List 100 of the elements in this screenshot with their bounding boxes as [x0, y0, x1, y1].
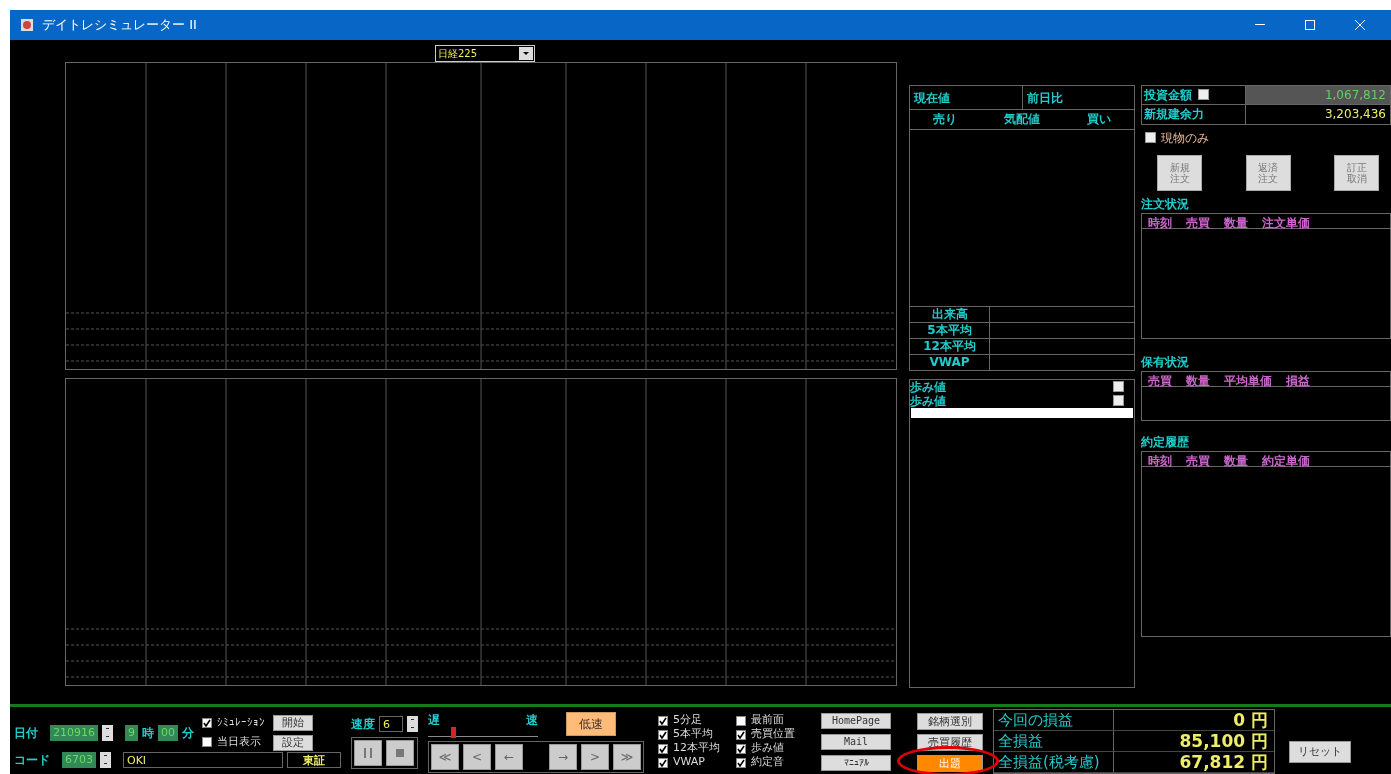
stock-name-field: OKI: [123, 751, 283, 768]
column-header: 数量: [1186, 372, 1210, 386]
checkbox[interactable]: [736, 715, 746, 726]
checkbox[interactable]: [1113, 381, 1124, 393]
close-icon[interactable]: [1355, 19, 1365, 30]
column-header: 数量: [1224, 452, 1248, 466]
caret-icon: [523, 51, 529, 55]
stop-button[interactable]: [386, 739, 414, 766]
link-button[interactable]: Mail: [821, 733, 891, 750]
pause-icon: [364, 747, 372, 758]
checkbox-label: ｼﾐｭﾚｰｼｮﾝ: [217, 714, 265, 731]
column-header: 気配値: [1004, 110, 1040, 128]
order-button[interactable]: 返済注文: [1245, 154, 1291, 191]
order-button[interactable]: 新規注文: [1157, 154, 1202, 191]
action-button[interactable]: 銘柄選別: [917, 712, 983, 730]
action-button[interactable]: 出題: [917, 754, 983, 772]
checkbox-label: 歩み値: [751, 740, 784, 756]
pause-button[interactable]: [354, 739, 382, 766]
checkbox-label: 5本平均: [673, 726, 713, 742]
spinner[interactable]: [407, 715, 418, 732]
field-label: 速度: [351, 715, 375, 733]
app-icon: [20, 17, 34, 32]
field-label: 日付: [14, 724, 38, 742]
field-label: コード: [14, 751, 50, 769]
column-header: 時刻: [1148, 452, 1172, 466]
nav-button[interactable]: <: [463, 743, 491, 770]
code-field[interactable]: 6703: [62, 751, 96, 768]
field-label: 時: [142, 724, 154, 742]
checkbox[interactable]: [736, 757, 746, 768]
slider-label: 速: [526, 711, 538, 729]
checkbox[interactable]: [658, 743, 668, 754]
column-header: 平均単価: [1224, 372, 1272, 386]
column-header: 注文単価: [1262, 214, 1310, 228]
pnl-label: 今回の損益: [994, 710, 1114, 731]
section-title: 歩み値: [910, 378, 946, 395]
speed-field[interactable]: 6: [379, 715, 403, 732]
checkbox[interactable]: [1113, 395, 1124, 407]
pnl-value: 85,100 円: [1114, 731, 1274, 752]
slider-thumb[interactable]: [451, 726, 457, 738]
checkbox-label: 最前面: [751, 712, 784, 728]
nav-button[interactable]: >: [581, 743, 609, 770]
control-button[interactable]: 設定: [273, 734, 313, 751]
checkbox[interactable]: [736, 729, 746, 740]
spinner[interactable]: [100, 751, 111, 768]
stat-label: 5本平均: [910, 322, 990, 338]
column-header: 売買: [1148, 372, 1172, 386]
pnl-label: 全損益: [994, 731, 1114, 752]
pnl-label: 全損益(税考慮): [994, 752, 1114, 773]
control-button[interactable]: 開始: [273, 714, 313, 731]
speed-button[interactable]: 低速: [566, 711, 616, 736]
checkbox-label: 当日表示: [217, 733, 261, 750]
column-header: 売り: [933, 110, 958, 128]
nav-button[interactable]: ≫: [613, 743, 641, 770]
nav-button[interactable]: ←: [495, 743, 523, 770]
checkbox[interactable]: [736, 743, 746, 754]
checkbox[interactable]: [202, 718, 212, 728]
reset-button[interactable]: リセット: [1289, 740, 1351, 763]
checkbox-label: VWAP: [673, 754, 705, 771]
pnl-value: 0 円: [1114, 710, 1274, 731]
section-title: 注文状況: [1141, 195, 1190, 213]
minute-field[interactable]: 00: [158, 724, 178, 741]
nav-button[interactable]: →: [549, 743, 577, 770]
column-header: 現在値: [912, 89, 951, 107]
checkbox[interactable]: [658, 757, 668, 768]
minimize-icon[interactable]: [1255, 23, 1265, 26]
market-label: 東証: [287, 751, 341, 768]
column-header: 時刻: [1148, 214, 1172, 228]
hour-field[interactable]: 9: [125, 724, 138, 741]
column-header: 数量: [1224, 214, 1248, 228]
column-header: 約定単価: [1262, 452, 1310, 466]
window-title: デイトレシミュレーター II: [42, 16, 197, 35]
column-header: 売買: [1186, 452, 1210, 466]
order-button[interactable]: 訂正取消: [1334, 154, 1379, 191]
slider-label: 遅: [428, 711, 440, 729]
checkbox[interactable]: [202, 737, 212, 747]
stat-label: 出来高: [910, 306, 990, 322]
nav-button[interactable]: ≪: [431, 743, 459, 770]
pnl-value: 67,812 円: [1114, 752, 1274, 773]
stat-label: 12本平均: [910, 338, 990, 354]
section-title: 歩み値: [910, 393, 946, 410]
section-title: 保有状況: [1141, 353, 1190, 371]
section-title: 約定履歴: [1141, 433, 1190, 451]
column-header: 売買: [1186, 214, 1210, 228]
link-button[interactable]: HomePage: [821, 712, 891, 729]
checkbox-label: 12本平均: [673, 740, 720, 757]
checkbox-label: 約定音: [751, 754, 784, 771]
checkbox[interactable]: [658, 715, 668, 726]
checkbox[interactable]: [658, 729, 668, 740]
maximize-icon[interactable]: [1305, 19, 1315, 30]
symbol-dropdown[interactable]: 日経225: [435, 44, 535, 62]
checkbox-label: 5分足: [673, 712, 702, 728]
stop-icon: [396, 748, 404, 757]
date-field[interactable]: 210916: [50, 724, 98, 741]
field-label: 分: [182, 724, 194, 742]
column-header: 損益: [1286, 372, 1310, 386]
stat-label: VWAP: [910, 354, 990, 370]
checkbox[interactable]: [1145, 132, 1156, 144]
action-button[interactable]: 売買履歴: [917, 733, 983, 751]
spinner[interactable]: [102, 724, 113, 741]
link-button[interactable]: ﾏﾆｭｱﾙ: [821, 754, 891, 771]
